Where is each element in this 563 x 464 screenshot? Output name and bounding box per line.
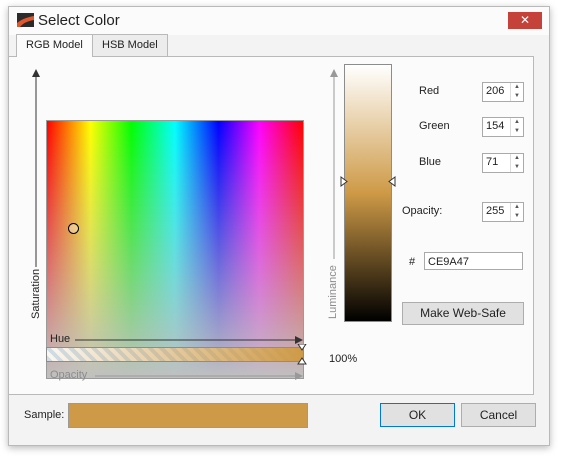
red-increment-icon[interactable]: ▲ <box>511 83 523 92</box>
blue-label: Blue <box>419 156 442 168</box>
close-icon: ✕ <box>519 13 531 27</box>
cancel-button[interactable]: Cancel <box>461 403 536 427</box>
hex-input[interactable]: CE9A47 <box>424 252 523 270</box>
luminance-label: Luminance <box>327 265 339 319</box>
ok-button[interactable]: OK <box>380 403 455 427</box>
opacity-slider-handle[interactable] <box>297 344 307 365</box>
tab-rgb-model[interactable]: RGB Model <box>16 34 93 57</box>
luminance-bar[interactable] <box>344 64 392 322</box>
opacity-decrement-icon[interactable]: ▼ <box>511 212 523 221</box>
close-button[interactable]: ✕ <box>508 12 542 29</box>
dialog-title: Select Color <box>38 12 120 29</box>
palette-picker-handle[interactable] <box>68 223 79 234</box>
make-web-safe-button[interactable]: Make Web-Safe <box>402 302 524 325</box>
red-value[interactable]: 206 <box>486 85 504 97</box>
tab-hsb-model[interactable]: HSB Model <box>92 34 168 56</box>
sample-swatch <box>68 403 308 428</box>
blue-spinner[interactable]: 71 ▲ ▼ <box>482 153 524 173</box>
red-label: Red <box>419 85 440 97</box>
app-logo-icon <box>17 13 34 27</box>
luminance-slider-handle[interactable] <box>340 176 396 187</box>
opacity-axis-arrow <box>95 372 303 380</box>
rgb-model-panel: Saturation Hue Opacity Luminance 100% Re… <box>8 56 534 395</box>
hue-axis-arrow <box>75 336 303 344</box>
green-spinner[interactable]: 154 ▲ ▼ <box>482 117 524 137</box>
blue-value[interactable]: 71 <box>486 156 498 168</box>
opacity-increment-icon[interactable]: ▲ <box>511 203 523 212</box>
hex-prefix: # <box>409 256 416 268</box>
opacity-percent: 100% <box>329 353 358 365</box>
red-decrement-icon[interactable]: ▼ <box>511 92 523 101</box>
opacity-axis-label: Opacity <box>50 369 88 381</box>
hue-label: Hue <box>50 333 71 345</box>
opacity-spinner[interactable]: 255 ▲ ▼ <box>482 202 524 222</box>
green-label: Green <box>419 120 450 132</box>
opacity-field-label: Opacity: <box>402 205 443 217</box>
green-increment-icon[interactable]: ▲ <box>511 118 523 127</box>
title-bar: Select Color ✕ <box>9 7 549 35</box>
blue-increment-icon[interactable]: ▲ <box>511 154 523 163</box>
opacity-slider[interactable] <box>46 347 304 362</box>
blue-decrement-icon[interactable]: ▼ <box>511 163 523 172</box>
red-spinner[interactable]: 206 ▲ ▼ <box>482 82 524 102</box>
sample-label: Sample: <box>24 409 65 421</box>
green-value[interactable]: 154 <box>486 120 504 132</box>
opacity-value[interactable]: 255 <box>486 205 504 217</box>
green-decrement-icon[interactable]: ▼ <box>511 127 523 136</box>
saturation-label: Saturation <box>30 268 42 319</box>
